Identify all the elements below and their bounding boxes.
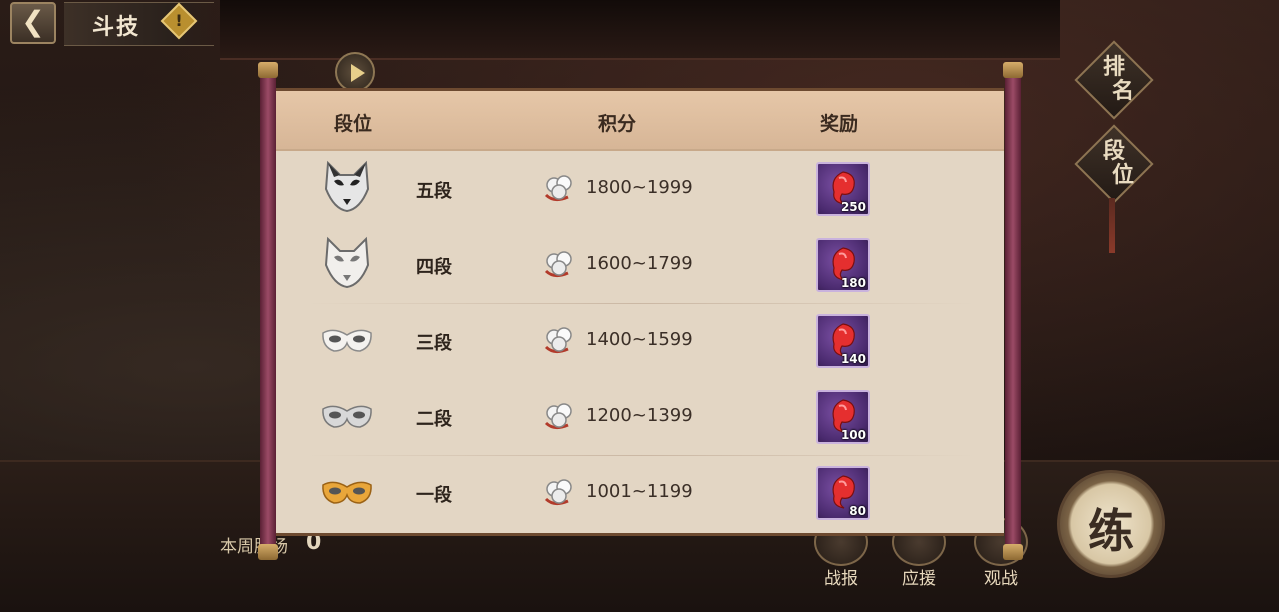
tier-row: 五段 1800~1999 250 (276, 151, 1004, 227)
score-column-header: 积分 (598, 113, 637, 135)
ranking-label: 排名 (1102, 55, 1134, 104)
tier-rewards-panel: 段位 积分 奖励 五段 1800~1999 250 四段 1600~1799 1… (276, 88, 1004, 536)
reward-item[interactable]: 140 (816, 314, 870, 368)
tier-row: 一段 1001~1199 80 (276, 455, 1004, 531)
back-button[interactable]: ❮ (10, 2, 56, 44)
score-flower-icon (542, 323, 576, 357)
practice-button[interactable]: 练 (1057, 470, 1165, 578)
practice-label: 练 (1088, 504, 1134, 558)
reward-item[interactable]: 100 (816, 390, 870, 444)
reward-count: 80 (849, 504, 866, 518)
eye-mask-gold-icon (320, 477, 374, 511)
reward-item[interactable]: 180 (816, 238, 870, 292)
red-gem-icon (828, 170, 858, 205)
reward-count: 180 (840, 276, 866, 290)
reward-count: 100 (840, 428, 866, 442)
reward-count: 250 (840, 200, 866, 214)
score-flower-icon (542, 475, 576, 509)
score-range: 1001~1199 (586, 481, 693, 502)
table-header: 段位 积分 奖励 (276, 91, 1004, 151)
tier-button[interactable]: 段位 (1074, 124, 1154, 204)
page-title: 斗技 (92, 15, 141, 40)
score-range: 1200~1399 (586, 405, 693, 426)
reward-item[interactable]: 80 (816, 466, 870, 520)
red-gem-icon (828, 398, 858, 433)
red-gem-icon (828, 322, 858, 357)
red-gem-icon (828, 474, 858, 509)
score-flower-icon (542, 399, 576, 433)
tier-row: 二段 1200~1399 100 (276, 379, 1004, 455)
score-range: 1400~1599 (586, 329, 693, 350)
tier-name: 一段 (416, 485, 452, 506)
tier-label: 段位 (1102, 139, 1134, 188)
tier-name: 四段 (416, 257, 452, 278)
play-icon[interactable] (335, 52, 375, 92)
top-banner (220, 0, 1060, 60)
score-flower-icon (542, 247, 576, 281)
score-flower-icon (542, 171, 576, 205)
reward-column-header: 奖励 (820, 113, 859, 135)
tier-row: 四段 1600~1799 180 (276, 227, 1004, 303)
row-divider (306, 455, 976, 456)
score-range: 1600~1799 (586, 253, 693, 274)
chevron-left-icon: ❮ (21, 5, 45, 38)
tier-column-header: 段位 (334, 113, 373, 135)
ranking-button[interactable]: 排名 (1074, 40, 1154, 120)
red-gem-icon (828, 246, 858, 281)
fox-mask-white-icon (320, 235, 374, 293)
tier-row: 三段 1400~1599 140 (276, 303, 1004, 379)
eye-mask-white-icon (320, 325, 374, 359)
scroll-rod-left (258, 62, 278, 560)
tier-name: 二段 (416, 409, 452, 430)
eye-mask-silver-icon (320, 401, 374, 435)
row-divider (306, 303, 976, 304)
fox-mask-black-icon (320, 159, 374, 217)
tier-name: 三段 (416, 333, 452, 354)
tassel-decoration (1109, 198, 1115, 253)
scroll-rod-right (1003, 62, 1023, 560)
tier-name: 五段 (416, 181, 452, 202)
score-range: 1800~1999 (586, 177, 693, 198)
reward-count: 140 (840, 352, 866, 366)
reward-item[interactable]: 250 (816, 162, 870, 216)
